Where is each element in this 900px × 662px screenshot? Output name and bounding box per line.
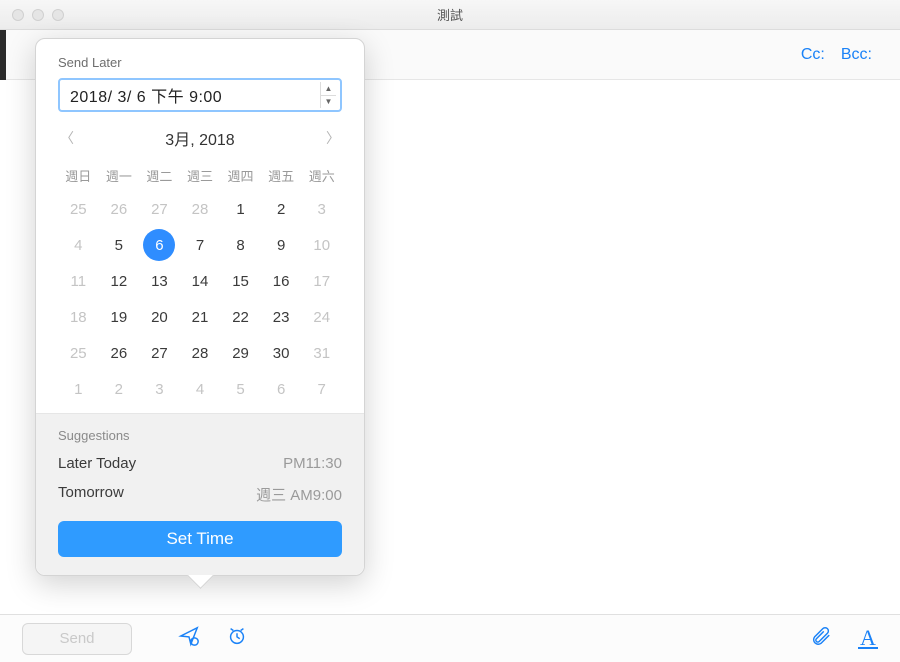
calendar-day[interactable]: 23	[261, 299, 302, 335]
weekday-header-row: 週日週一週二週三週四週五週六	[58, 166, 342, 185]
format-text-icon[interactable]: A	[858, 629, 878, 649]
window-title: 測試	[0, 5, 900, 24]
weekday-label: 週二	[139, 166, 180, 185]
calendar-day[interactable]: 18	[58, 299, 99, 335]
weekday-label: 週三	[180, 166, 221, 185]
calendar-day[interactable]: 20	[139, 299, 180, 335]
send-later-icon[interactable]	[178, 625, 200, 652]
calendar-day[interactable]: 28	[180, 335, 221, 371]
set-time-button[interactable]: Set Time	[58, 521, 342, 557]
calendar-day[interactable]: 21	[180, 299, 221, 335]
calendar-day[interactable]: 9	[261, 227, 302, 263]
calendar-day[interactable]: 8	[220, 227, 261, 263]
calendar-day[interactable]: 6	[261, 371, 302, 407]
reminder-icon[interactable]	[226, 625, 248, 652]
calendar-day[interactable]: 2	[261, 191, 302, 227]
datetime-value[interactable]: 2018/ 3/ 6 下午 9:00	[70, 83, 314, 107]
calendar-day[interactable]: 12	[99, 263, 140, 299]
calendar-day[interactable]: 15	[220, 263, 261, 299]
calendar-day[interactable]: 3	[301, 191, 342, 227]
calendar-day[interactable]: 26	[99, 335, 140, 371]
calendar-day[interactable]: 4	[58, 227, 99, 263]
weekday-label: 週五	[261, 166, 302, 185]
calendar-day[interactable]: 5	[220, 371, 261, 407]
prev-month-button[interactable]: 〈	[58, 128, 76, 148]
calendar-day[interactable]: 3	[139, 371, 180, 407]
cc-button[interactable]: Cc:	[801, 46, 825, 64]
weekday-label: 週六	[301, 166, 342, 185]
calendar-day[interactable]: 1	[58, 371, 99, 407]
calendar-day[interactable]: 19	[99, 299, 140, 335]
calendar-day[interactable]: 25	[58, 191, 99, 227]
calendar-day[interactable]: 30	[261, 335, 302, 371]
send-later-title: Send Later	[58, 55, 342, 70]
calendar-day[interactable]: 7	[301, 371, 342, 407]
suggestion-time: 週三 AM9:00	[256, 484, 342, 505]
calendar-day[interactable]: 24	[301, 299, 342, 335]
send-button[interactable]: Send	[22, 623, 132, 655]
calendar-day[interactable]: 17	[301, 263, 342, 299]
attachment-icon[interactable]	[810, 625, 832, 652]
suggestion-time: PM11:30	[283, 455, 342, 472]
calendar-day[interactable]: 5	[99, 227, 140, 263]
calendar-day[interactable]: 27	[139, 191, 180, 227]
calendar-day[interactable]: 13	[139, 263, 180, 299]
calendar-day[interactable]: 26	[99, 191, 140, 227]
calendar-day[interactable]: 29	[220, 335, 261, 371]
send-later-popover: Send Later 2018/ 3/ 6 下午 9:00 ▲ ▼ 〈 3月, …	[35, 38, 365, 576]
suggestions-title: Suggestions	[58, 428, 342, 443]
stepper-up-icon[interactable]: ▲	[321, 82, 336, 96]
suggestion-label: Tomorrow	[58, 484, 124, 505]
compose-toolbar: Send A	[0, 614, 900, 662]
suggestion-label: Later Today	[58, 455, 136, 472]
calendar-grid: 2526272812345678910111213141516171819202…	[58, 191, 342, 407]
calendar-day[interactable]: 28	[180, 191, 221, 227]
suggestion-row[interactable]: Tomorrow 週三 AM9:00	[58, 484, 342, 505]
calendar-day[interactable]: 10	[301, 227, 342, 263]
calendar-day[interactable]: 11	[58, 263, 99, 299]
bcc-button[interactable]: Bcc:	[841, 46, 872, 64]
weekday-label: 週四	[220, 166, 261, 185]
calendar-day[interactable]: 16	[261, 263, 302, 299]
suggestion-row[interactable]: Later Today PM11:30	[58, 455, 342, 472]
calendar-day[interactable]: 22	[220, 299, 261, 335]
calendar-day[interactable]: 31	[301, 335, 342, 371]
calendar-day[interactable]: 7	[180, 227, 221, 263]
datetime-stepper[interactable]: ▲ ▼	[320, 82, 336, 108]
window-titlebar: 測試	[0, 0, 900, 30]
calendar-day[interactable]: 2	[99, 371, 140, 407]
weekday-label: 週日	[58, 166, 99, 185]
calendar-day[interactable]: 27	[139, 335, 180, 371]
weekday-label: 週一	[99, 166, 140, 185]
calendar-day[interactable]: 4	[180, 371, 221, 407]
datetime-field[interactable]: 2018/ 3/ 6 下午 9:00 ▲ ▼	[58, 78, 342, 112]
calendar-day[interactable]: 1	[220, 191, 261, 227]
calendar-day[interactable]: 14	[180, 263, 221, 299]
stepper-down-icon[interactable]: ▼	[321, 96, 336, 109]
calendar-day-selected[interactable]: 6	[139, 227, 180, 263]
month-year-label: 3月, 2018	[165, 126, 234, 150]
calendar-day[interactable]: 25	[58, 335, 99, 371]
next-month-button[interactable]: 〉	[324, 128, 342, 148]
